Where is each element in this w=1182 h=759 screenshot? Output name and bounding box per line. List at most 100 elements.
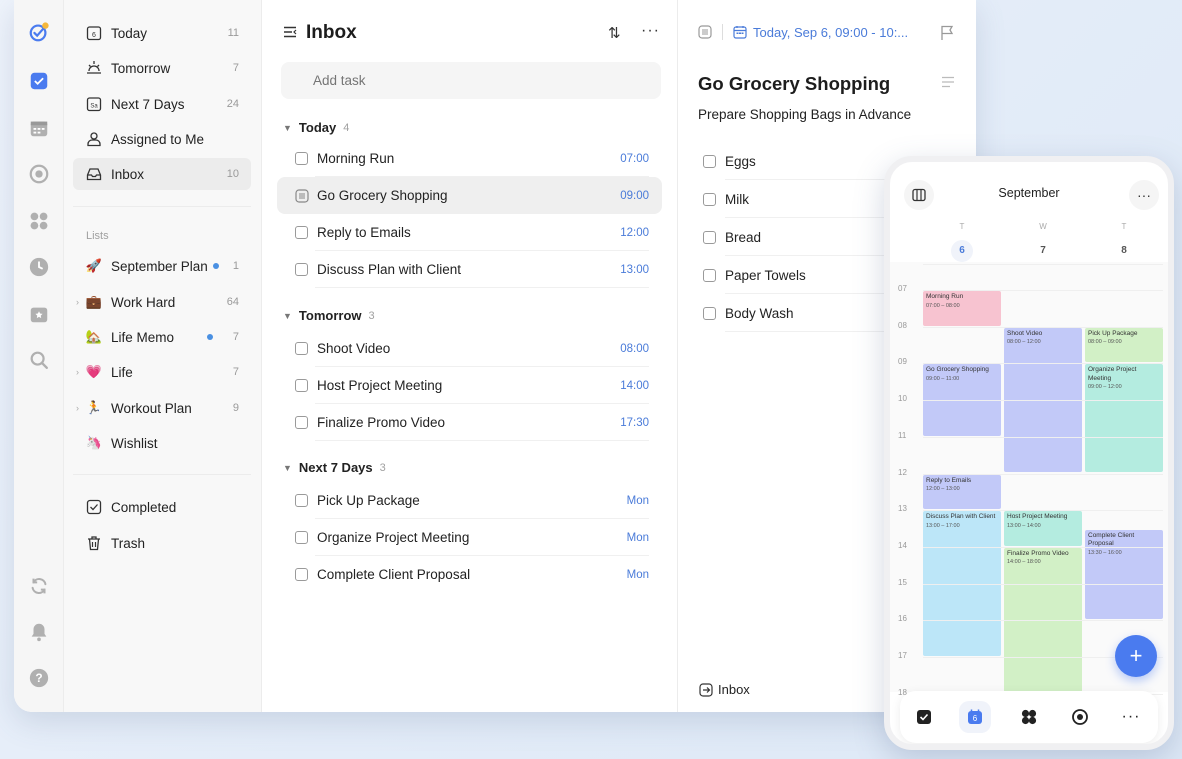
checklist-item[interactable]: Paper Towels: [703, 256, 955, 294]
calendar-icon[interactable]: [27, 116, 51, 140]
sidebar-item-count: 24: [226, 98, 239, 110]
sidebar-item-today[interactable]: 6 Today 11: [73, 17, 251, 49]
checklist-item[interactable]: Milk: [703, 180, 955, 218]
day-number[interactable]: 7: [1032, 240, 1054, 262]
task-row[interactable]: Host Project Meeting 14:00: [277, 367, 662, 404]
matrix-icon[interactable]: [27, 209, 51, 233]
note-icon[interactable]: [295, 188, 309, 203]
sidebar-item-completed[interactable]: Completed: [73, 491, 251, 523]
task-row[interactable]: Discuss Plan with Client 13:00: [277, 251, 662, 288]
sidebar-item-work-hard[interactable]: › 💼 Work Hard 64: [73, 286, 251, 318]
group-count: 3: [379, 461, 386, 474]
sidebar-toggle-icon[interactable]: [283, 25, 297, 39]
bell-icon[interactable]: [27, 620, 51, 644]
note-icon[interactable]: [698, 25, 712, 39]
add-event-button[interactable]: +: [1115, 635, 1157, 677]
sidebar-item-assigned-to-me[interactable]: Assigned to Me: [73, 123, 251, 155]
checklist-checkbox[interactable]: [703, 154, 716, 168]
tab-calendar[interactable]: 6: [959, 701, 991, 733]
more-options-icon[interactable]: ···: [1129, 180, 1159, 210]
event-title: Host Project Meeting: [1007, 513, 1068, 521]
calendar-event[interactable]: Organize Project Meeting 09:00 – 12:00: [1085, 364, 1163, 473]
checklist-item[interactable]: Body Wash: [703, 294, 955, 332]
task-row[interactable]: Pick Up Package Mon: [277, 482, 662, 519]
checklist-text: Body Wash: [725, 305, 794, 321]
calendar-month-title[interactable]: September: [890, 186, 1168, 200]
tab-matrix[interactable]: [1013, 701, 1045, 733]
task-checkbox[interactable]: [295, 152, 308, 165]
sidebar-item-wishlist[interactable]: 🦄 Wishlist: [73, 427, 251, 459]
more-options-icon[interactable]: ···: [641, 22, 660, 40]
calendar-event[interactable]: Morning Run 07:00 – 08:00: [923, 291, 1001, 326]
task-checkbox[interactable]: [295, 494, 308, 507]
sidebar-item-trash[interactable]: Trash: [73, 527, 251, 559]
task-checkbox[interactable]: [295, 263, 308, 276]
checklist-checkbox[interactable]: [703, 192, 716, 206]
task-checkbox[interactable]: [295, 568, 308, 581]
calendar-event[interactable]: Pick Up Package 08:00 – 09:00: [1085, 327, 1163, 363]
checklist-checkbox[interactable]: [703, 306, 716, 320]
habit-icon[interactable]: [27, 302, 51, 326]
task-checkbox[interactable]: [295, 226, 308, 239]
sidebar-item-september-plan[interactable]: 🚀 September Plan 1: [73, 250, 251, 282]
app-logo-icon[interactable]: [27, 20, 51, 44]
sync-icon[interactable]: [27, 574, 51, 598]
event-time: 08:00 – 09:00: [1088, 339, 1122, 346]
task-checkbox[interactable]: [295, 342, 308, 355]
clock-icon[interactable]: [27, 255, 51, 279]
task-row[interactable]: Finalize Promo Video 17:30: [277, 404, 662, 441]
sidebar-item-life-memo[interactable]: 🏡 Life Memo 7: [73, 321, 251, 353]
task-description[interactable]: Prepare Shopping Bags in Advance: [698, 107, 911, 122]
chevron-right-icon[interactable]: ›: [76, 367, 79, 377]
due-date-button[interactable]: Today, Sep 6, 09:00 - 10:...: [753, 25, 908, 40]
chevron-right-icon[interactable]: ›: [76, 403, 79, 413]
calendar-grid[interactable]: 07 08 09 10 11 12 13 14 15 16 17 18 Morning Run 07:0…: [890, 262, 1168, 697]
checklist-checkbox[interactable]: [703, 268, 716, 282]
task-checkbox[interactable]: [295, 416, 308, 429]
app-rail: ?: [14, 0, 64, 712]
sidebar-item-inbox[interactable]: Inbox 10: [73, 158, 251, 190]
sidebar-divider: [73, 206, 251, 207]
group-next-7-days[interactable]: ▼ Next 7 Days 3: [283, 460, 386, 475]
tab-tasks[interactable]: [908, 701, 940, 733]
calendar-event[interactable]: Reply to Emails 12:00 – 13:00: [923, 474, 1001, 510]
sort-icon[interactable]: ⇅: [608, 24, 621, 42]
briefcase-emoji-icon: 💼: [85, 294, 103, 309]
task-check-icon[interactable]: [27, 69, 51, 93]
task-title[interactable]: Go Grocery Shopping: [698, 73, 890, 95]
sidebar-item-workout-plan[interactable]: › 🏃 Workout Plan 9: [73, 392, 251, 424]
group-today[interactable]: ▼ Today 4: [283, 120, 349, 135]
day-number-today[interactable]: 6: [951, 240, 973, 262]
task-row[interactable]: Complete Client Proposal Mon: [277, 556, 662, 593]
task-checkbox[interactable]: [295, 531, 308, 544]
task-row[interactable]: Shoot Video 08:00: [277, 330, 662, 367]
calendar-event[interactable]: Complete Client Proposal 13:30 – 16:00: [1085, 529, 1163, 620]
checklist-item[interactable]: Bread: [703, 218, 955, 256]
focus-icon[interactable]: [27, 162, 51, 186]
task-row-selected[interactable]: Go Grocery Shopping 09:00: [277, 177, 662, 214]
day-number[interactable]: 8: [1113, 240, 1135, 262]
tab-more[interactable]: ···: [1115, 701, 1147, 733]
sidebar-item-label: Assigned to Me: [111, 131, 205, 147]
calendar-event[interactable]: Host Project Meeting 13:00 – 14:00: [1004, 511, 1082, 546]
sidebar-item-next-7-days[interactable]: Sa Next 7 Days 24: [73, 88, 251, 120]
detail-toolbar: Today, Sep 6, 09:00 - 10:...: [698, 24, 908, 40]
group-tomorrow[interactable]: ▼ Tomorrow 3: [283, 308, 375, 323]
add-task-input[interactable]: [281, 62, 661, 99]
task-row[interactable]: Organize Project Meeting Mon: [277, 519, 662, 556]
sidebar-item-life[interactable]: › 💗 Life 7: [73, 356, 251, 388]
checklist-item[interactable]: Eggs: [703, 142, 955, 180]
help-icon[interactable]: ?: [27, 666, 51, 690]
search-icon[interactable]: [27, 348, 51, 372]
list-menu-icon[interactable]: [942, 76, 954, 88]
task-time: 08:00: [620, 342, 649, 355]
checklist-checkbox[interactable]: [703, 230, 716, 244]
task-checkbox[interactable]: [295, 379, 308, 392]
flag-icon[interactable]: [940, 25, 954, 41]
task-row[interactable]: Morning Run 07:00: [277, 140, 662, 177]
tab-focus[interactable]: [1064, 701, 1096, 733]
chevron-right-icon[interactable]: ›: [76, 297, 79, 307]
sidebar-item-tomorrow[interactable]: Tomorrow 7: [73, 52, 251, 84]
task-row[interactable]: Reply to Emails 12:00: [277, 214, 662, 251]
detail-list-selector[interactable]: Inbox: [699, 682, 750, 697]
